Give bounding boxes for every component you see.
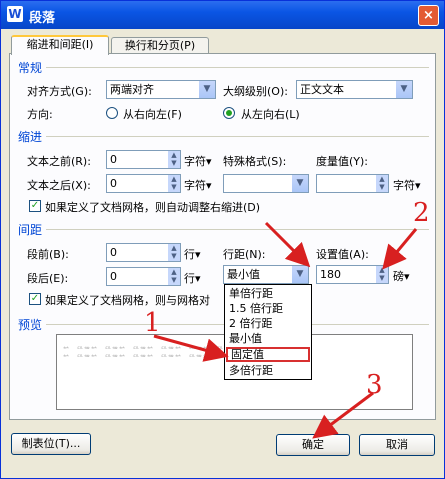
spin-arrows-icon[interactable]: ▲ ▼ [168,268,180,285]
spin-arrows-icon[interactable]: ▲ ▼ [168,151,180,168]
auto-indent-checkbox[interactable]: ✓ [29,200,41,212]
set-value-label: 设置值(A): [316,248,369,261]
special-format-label: 特殊格式(S): [223,155,287,168]
special-format-select[interactable]: ▼ [223,174,309,193]
outline-level-value: 正文文本 [300,83,344,96]
line-spacing-value: 最小值 [227,268,260,281]
measure-label: 度量值(Y): [316,155,369,168]
indent-after-spinner[interactable]: 0 ▲ ▼ [106,174,181,193]
spin-arrows-icon[interactable]: ▲ ▼ [168,244,180,261]
ltr-label: 从左向右(L) [241,108,300,121]
set-value-spinner[interactable]: 180 ▲ ▼ [316,265,389,284]
indent-before-value: 0 [110,153,117,166]
chevron-down-icon: ▼ [199,81,215,98]
space-after-unit[interactable]: 行▾ [184,270,201,286]
line-spacing-select[interactable]: 最小值 ▼ [223,265,309,284]
line-option-single[interactable]: 单倍行距 [226,286,310,301]
auto-indent-label: 如果定义了文档网格，则自动调整右缩进(D) [45,201,261,214]
space-after-value: 0 [110,270,117,283]
indent-after-unit[interactable]: 字符▾ [184,177,212,193]
indent-before-unit[interactable]: 字符▾ [184,153,212,169]
rtl-label: 从右向左(F) [123,108,182,121]
chevron-down-icon: ▼ [396,81,412,98]
direction-label: 方向: [27,108,53,121]
indent-after-value: 0 [110,177,117,190]
alignment-value: 两端对齐 [110,83,154,96]
indent-after-label: 文本之后(X): [27,179,91,192]
spin-arrows-icon[interactable]: ▲ ▼ [376,175,388,192]
space-after-label: 段后(E): [27,272,69,285]
space-after-spinner[interactable]: 0 ▲ ▼ [106,267,181,286]
line-spacing-dropdown: 单倍行距 1.5 倍行距 2 倍行距 最小值 固定值 多倍行距 [224,284,312,380]
paragraph-dialog: W 段落 × 缩进和间距(I) 换行和分页(P) 常规 对齐方式(G): 两端对… [0,0,445,479]
indent-before-spinner[interactable]: 0 ▲ ▼ [106,150,181,169]
divider [43,229,429,230]
section-indent: 缩进 [18,128,47,145]
section-general: 常规 [18,59,47,76]
indent-before-label: 文本之前(R): [27,155,91,168]
dialog-title: 段落 [29,11,56,26]
space-before-value: 0 [110,246,117,259]
ok-button[interactable]: 确定 [276,434,350,456]
line-option-at-least[interactable]: 最小值 [226,331,310,346]
outline-level-label: 大纲级别(O): [223,85,288,98]
title-bar[interactable]: W 段落 × [1,1,444,29]
annotation-2: 2 [413,198,430,228]
spin-arrows-icon[interactable]: ▲ ▼ [168,175,180,192]
measure-unit[interactable]: 字符▾ [393,177,421,193]
annotation-3: 3 [366,370,383,400]
chevron-down-icon: ▼ [292,175,308,192]
cancel-button[interactable]: 取消 [359,434,435,456]
snap-grid-label: 如果定义了文档网格，则与网格对 [45,294,210,307]
annotation-1: 1 [144,308,161,338]
section-preview: 预览 [18,316,47,333]
line-option-double[interactable]: 2 倍行距 [226,316,310,331]
rtl-radio[interactable] [106,107,118,119]
space-before-label: 段前(B): [27,248,69,261]
alignment-label: 对齐方式(G): [27,85,92,98]
alignment-select[interactable]: 两端对齐 ▼ [106,80,216,99]
line-option-exactly[interactable]: 固定值 [226,347,310,362]
line-option-multiple[interactable]: 多倍行距 [226,363,310,378]
measure-spinner[interactable]: ▲ ▼ [316,174,389,193]
close-button[interactable]: × [418,5,439,26]
snap-grid-checkbox[interactable]: ✓ [29,293,41,305]
set-value-value: 180 [320,268,341,281]
tab-indent-spacing[interactable]: 缩进和间距(I) [11,35,109,55]
space-before-spinner[interactable]: 0 ▲ ▼ [106,243,181,262]
line-option-1-5[interactable]: 1.5 倍行距 [226,301,310,316]
ltr-radio[interactable] [223,107,235,119]
divider [43,136,429,137]
divider [43,67,429,68]
tab-stops-button[interactable]: 制表位(T)... [11,433,91,455]
section-spacing: 间距 [18,221,47,238]
wps-app-icon: W [7,6,23,22]
space-before-unit[interactable]: 行▾ [184,246,201,262]
chevron-down-icon: ▼ [292,266,308,283]
set-value-unit[interactable]: 磅▾ [393,268,410,284]
outline-level-select[interactable]: 正文文本 ▼ [296,80,413,99]
line-spacing-label: 行距(N): [223,248,266,261]
spin-arrows-icon[interactable]: ▲ ▼ [376,266,388,283]
